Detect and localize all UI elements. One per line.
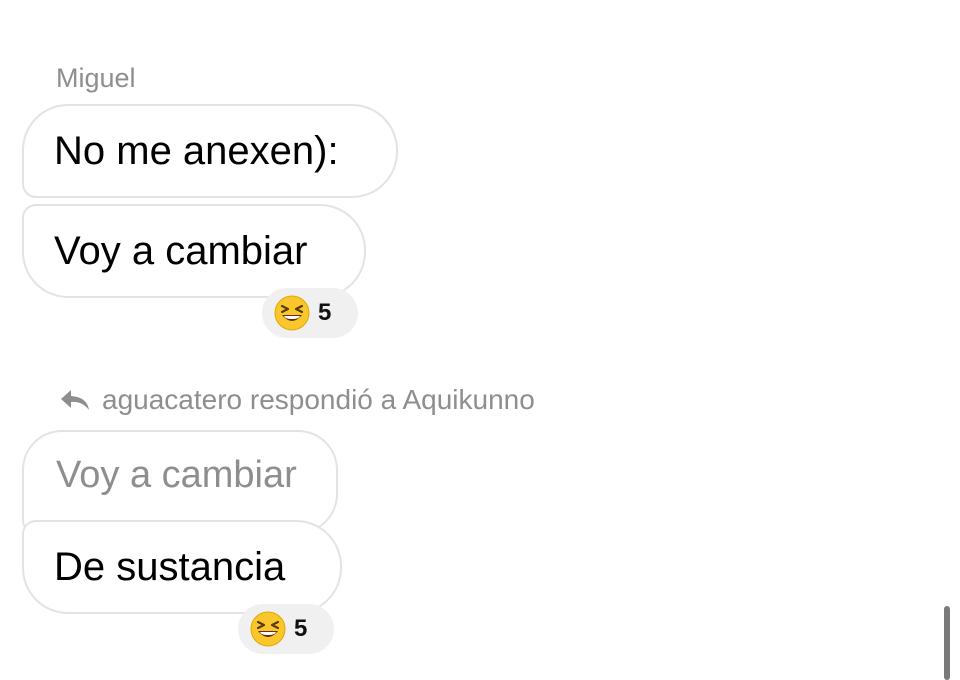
message-bubble[interactable]: No me anexen): <box>22 104 398 198</box>
message-text: Voy a cambiar <box>54 229 308 273</box>
message-bubble[interactable]: De sustancia <box>22 520 342 614</box>
quoted-message[interactable]: Voy a cambiar <box>22 430 338 534</box>
quoted-message-text: Voy a cambiar <box>56 454 297 496</box>
grinning-squinting-face-icon <box>274 295 310 331</box>
reply-context-text: aguacatero respondió a Aquikunno <box>102 384 535 415</box>
scrollbar-thumb[interactable] <box>944 606 950 680</box>
reply-arrow-icon <box>61 390 89 410</box>
reply-context: aguacatero respondió a Aquikunno <box>58 382 535 418</box>
reaction-count: 5 <box>318 299 332 326</box>
reaction-badge[interactable]: 5 <box>262 288 358 338</box>
grinning-squinting-face-icon <box>250 611 286 647</box>
sender-name: Miguel <box>56 63 136 93</box>
message-bubble[interactable]: Voy a cambiar <box>22 204 366 298</box>
reaction-count: 5 <box>294 615 308 642</box>
message-text: No me anexen): <box>54 129 339 173</box>
message-text: De sustancia <box>54 545 286 589</box>
reaction-badge[interactable]: 5 <box>238 604 334 654</box>
